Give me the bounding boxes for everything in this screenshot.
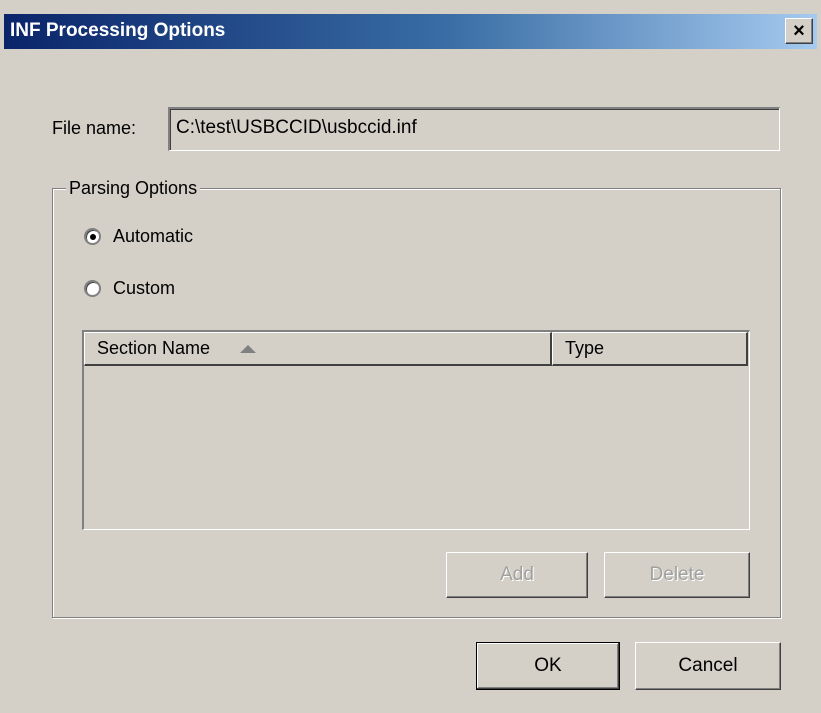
- close-icon: ×: [793, 20, 805, 42]
- delete-button[interactable]: Delete: [604, 552, 750, 598]
- radio-unchecked-icon: [84, 280, 101, 297]
- column-header-type[interactable]: Type: [552, 332, 748, 366]
- list-header: Section Name Type: [84, 332, 748, 366]
- automatic-label: Automatic: [113, 226, 194, 246]
- sort-ascending-icon: [240, 344, 257, 353]
- ok-button[interactable]: OK: [476, 642, 620, 690]
- column-header-section-name[interactable]: Section Name: [84, 332, 552, 366]
- window-title: INF Processing Options: [10, 20, 226, 41]
- file-name-field[interactable]: C:\test\USBCCID\usbccid.inf: [168, 107, 780, 151]
- title-bar: INF Processing Options ×: [0, 0, 821, 66]
- custom-label: Custom: [113, 278, 176, 298]
- section-list[interactable]: Section Name Type: [82, 330, 750, 530]
- custom-radio[interactable]: Custom: [84, 278, 175, 299]
- file-name-label: File name:: [52, 118, 137, 138]
- close-button[interactable]: ×: [785, 18, 813, 44]
- cancel-button[interactable]: Cancel: [635, 642, 781, 690]
- radio-checked-icon: [84, 228, 101, 245]
- add-button[interactable]: Add: [446, 552, 588, 598]
- parsing-options-legend: Parsing Options: [66, 178, 201, 199]
- automatic-radio[interactable]: Automatic: [84, 226, 193, 247]
